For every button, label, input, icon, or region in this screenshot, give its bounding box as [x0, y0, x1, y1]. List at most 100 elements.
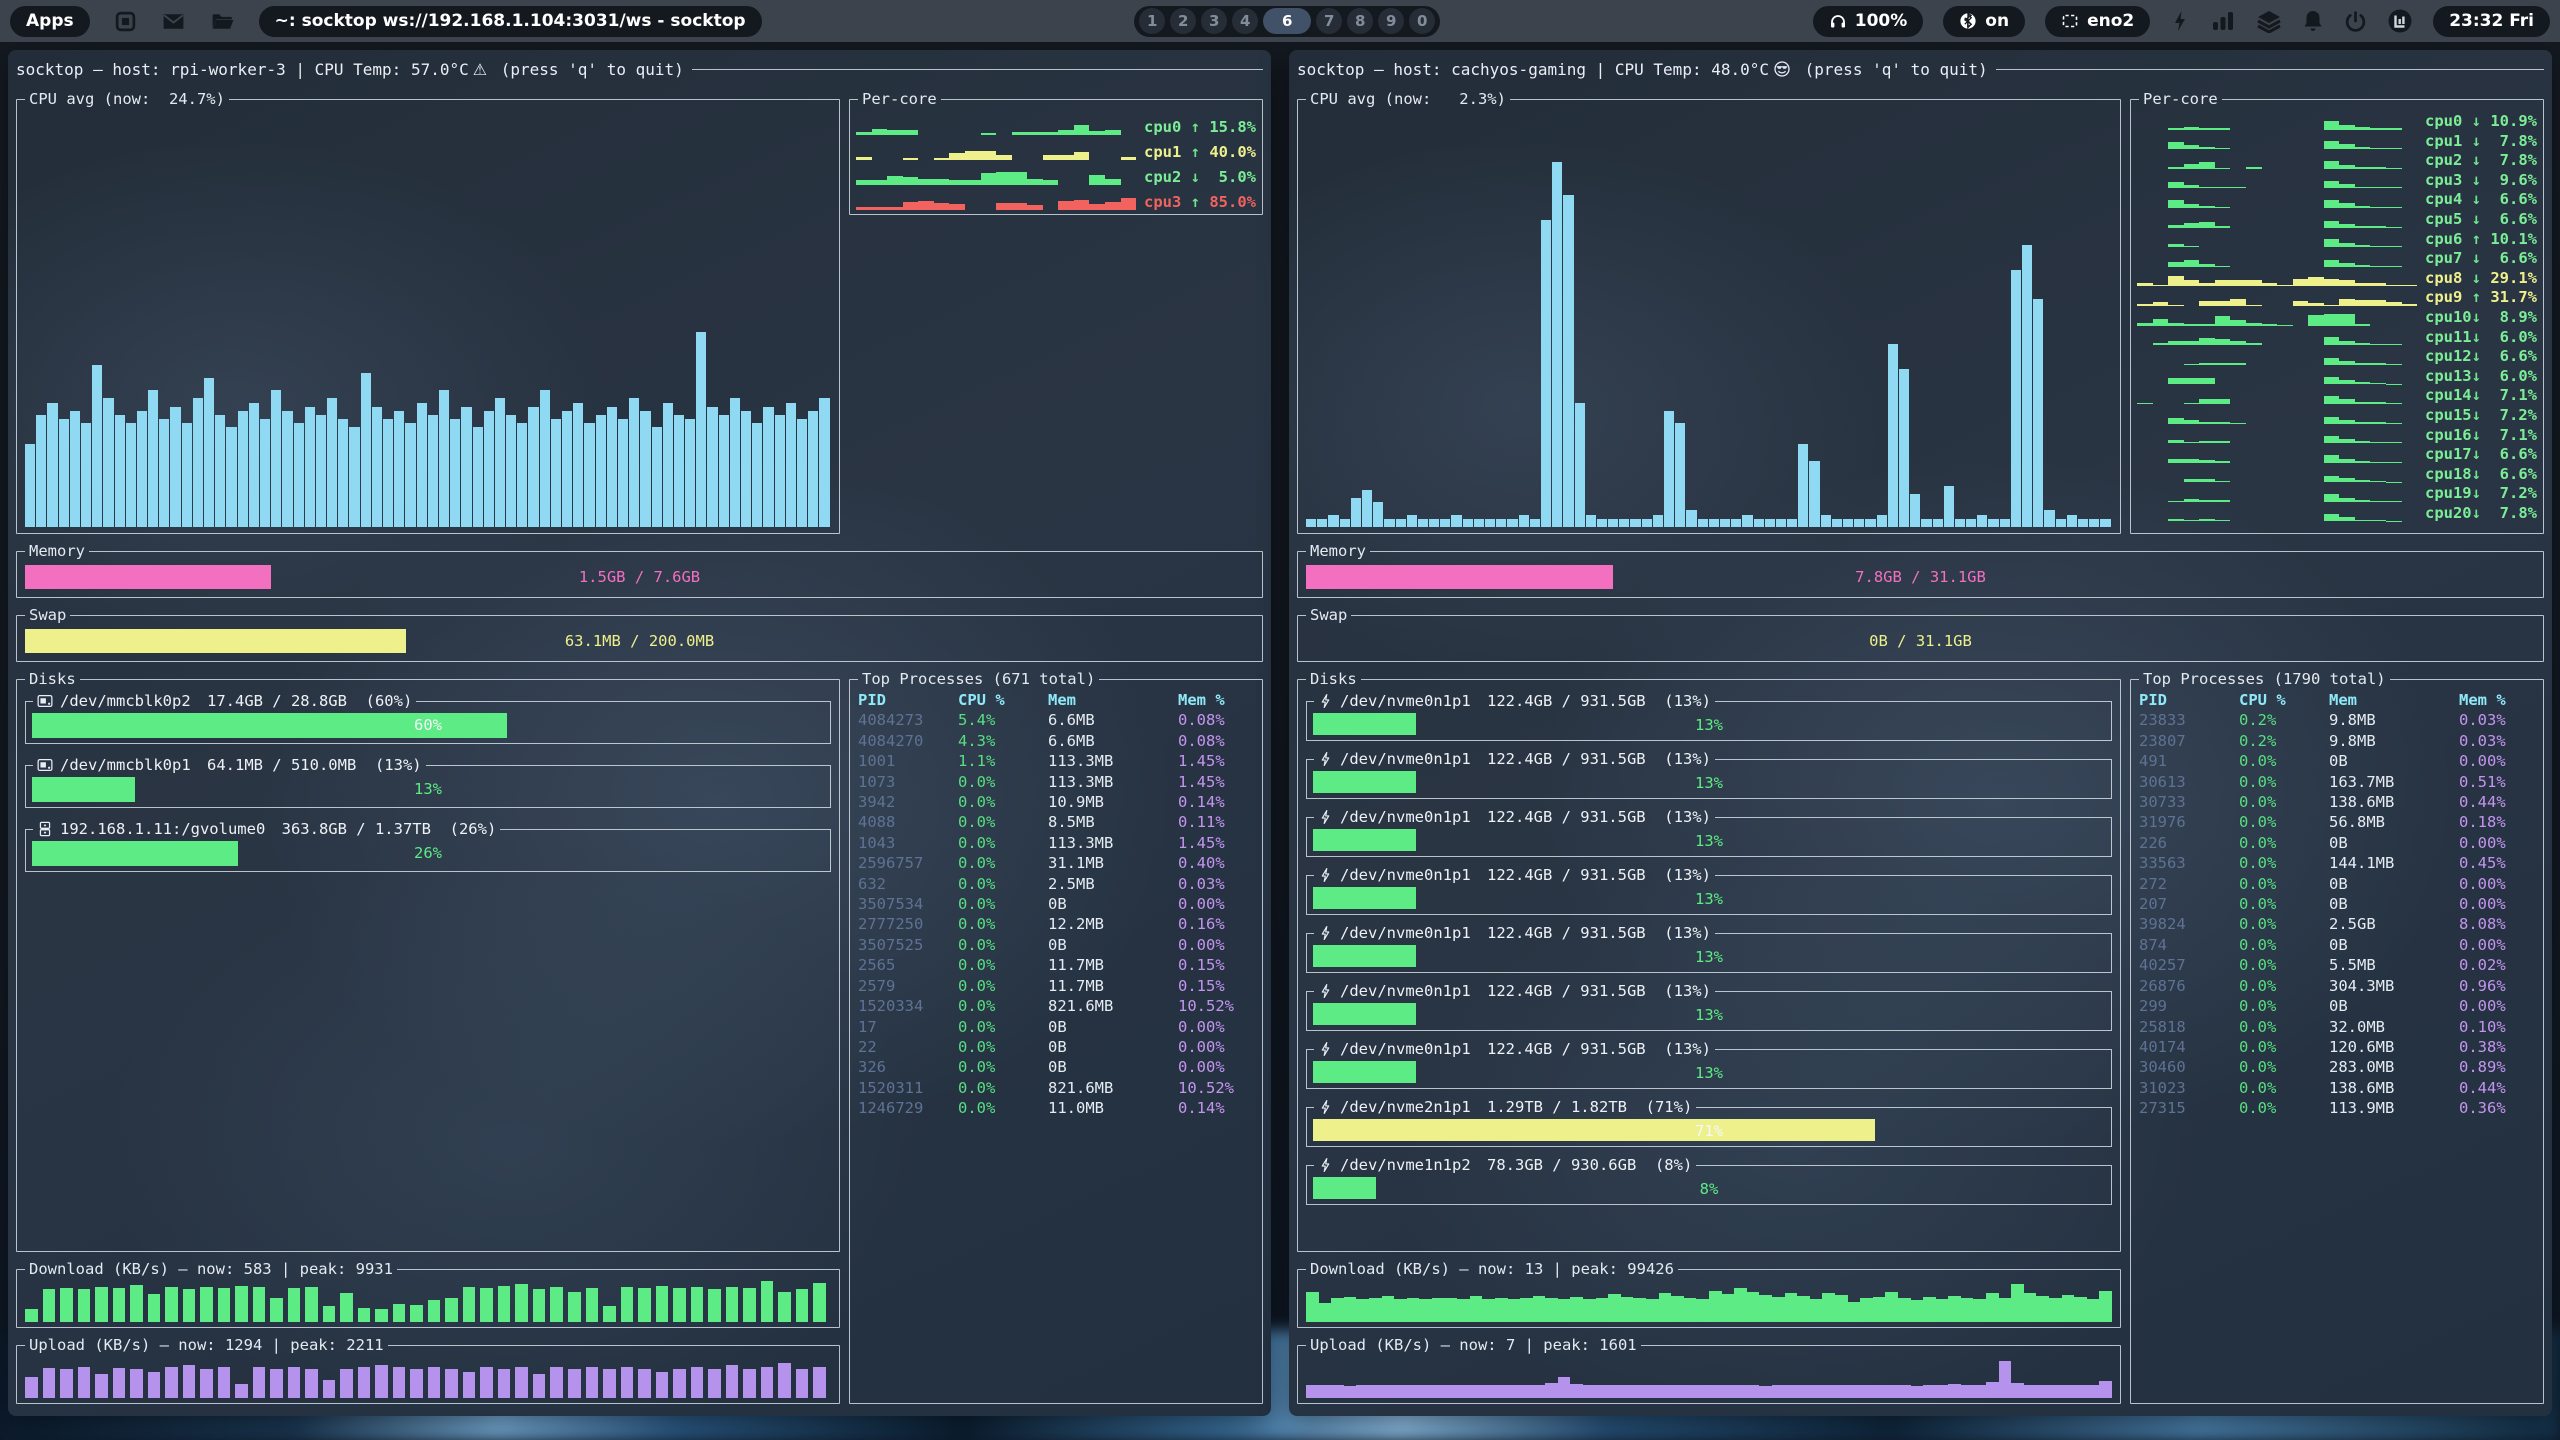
workspace-button-9[interactable]: 9 — [1378, 8, 1404, 34]
process-column-header: CPU % — [2239, 690, 2329, 710]
spark-bar — [2215, 481, 2231, 483]
workspace-button-0[interactable]: 0 — [1409, 8, 1435, 34]
core-percent: 7.8% — [2481, 504, 2537, 522]
spark-bar — [2246, 167, 2262, 169]
bar — [1977, 515, 1987, 527]
spark-bar — [2168, 440, 2184, 443]
arrow-up-icon: ↑ — [2472, 230, 2481, 248]
spark-bar — [2184, 185, 2200, 188]
workspace-button-1[interactable]: 1 — [1139, 8, 1165, 34]
spark-bar — [2168, 142, 2184, 149]
bar — [743, 1288, 756, 1322]
core-percent: 6.6% — [2481, 347, 2537, 365]
disk-icon — [37, 757, 53, 773]
disk-usage-text: 122.4GB / 931.5GB (13%) — [1478, 866, 1711, 884]
bar — [428, 415, 438, 527]
disk-usage-text: 363.8GB / 1.37TB (26%) — [272, 820, 496, 838]
workspace-button-7[interactable]: 7 — [1316, 8, 1342, 34]
spark-bar — [2355, 500, 2371, 502]
process-cpu-percent: 1.1% — [958, 751, 1048, 771]
bar — [1653, 515, 1663, 527]
bar — [1451, 515, 1461, 527]
spark-bar — [2199, 147, 2215, 149]
process-cpu-percent: 0.0% — [958, 853, 1048, 873]
bar — [2049, 1385, 2062, 1398]
disk-item: 192.168.1.11:/gvolume0 363.8GB / 1.37TB … — [25, 820, 831, 872]
process-mem: 304.3MB — [2329, 976, 2459, 996]
bell-icon[interactable] — [2302, 9, 2324, 33]
bar — [218, 1288, 231, 1322]
bar — [215, 415, 225, 527]
bar — [1394, 1299, 1407, 1322]
bar — [1734, 1385, 1747, 1398]
bar — [249, 403, 259, 528]
window-icon[interactable] — [114, 10, 137, 33]
bar — [113, 1288, 126, 1322]
arrow-down-icon: ↓ — [2472, 112, 2481, 130]
core-usage-sparkline — [2137, 173, 2417, 188]
core-label: cpu2 ↓ 5.0% — [1144, 170, 1256, 186]
power-icon[interactable] — [2344, 10, 2367, 33]
disk-item-header: /dev/nvme0n1p1 122.4GB / 931.5GB (13%) — [1314, 750, 1715, 768]
bar — [1382, 1385, 1395, 1398]
terminal-window-rpi-worker-3[interactable]: socktop — host: rpi-worker-3 | CPU Temp:… — [8, 50, 1271, 1416]
spark-bar — [2184, 246, 2200, 247]
process-pid: 2596757 — [858, 853, 958, 873]
workspace-button-6[interactable]: 6 — [1263, 8, 1311, 34]
workspace-button-4[interactable]: 4 — [1232, 8, 1258, 34]
spark-bar — [872, 180, 888, 185]
bluetooth-indicator[interactable]: on — [1943, 6, 2025, 37]
terminal-window-cachyos-gaming[interactable]: socktop — host: cachyos-gaming | CPU Tem… — [1289, 50, 2552, 1416]
core-name: cpu17 — [2425, 445, 2472, 463]
power-profile-icon[interactable] — [2170, 9, 2190, 33]
bar — [1948, 1296, 1961, 1322]
spark-bar — [2370, 422, 2386, 423]
bottom-row: Disks/dev/nvme0n1p1 122.4GB / 931.5GB (1… — [1297, 670, 2544, 1404]
core-usage-sparkline — [2137, 330, 2417, 345]
bar — [323, 1306, 336, 1322]
bar — [1809, 461, 1819, 527]
core-name: cpu20 — [2425, 504, 2472, 522]
bluetooth-icon — [1959, 12, 1977, 30]
bar — [1482, 1385, 1495, 1398]
process-mem-percent: 0.03% — [2459, 731, 2535, 751]
spark-bar — [2324, 260, 2340, 267]
disk-item: /dev/nvme1n1p2 78.3GB / 930.6GB (8%)8% — [1306, 1156, 2112, 1205]
process-mem: 11.0MB — [1048, 1098, 1178, 1118]
process-pid: 2565 — [858, 955, 958, 975]
process-mem: 0B — [1048, 894, 1178, 914]
process-mem: 113.3MB — [1048, 772, 1178, 792]
spark-bar — [2168, 128, 2184, 130]
apps-button[interactable]: Apps — [10, 6, 90, 37]
active-window-title[interactable]: ~: socktop ws://192.168.1.104:3031/ws - … — [259, 6, 762, 37]
clock[interactable]: 23:32 Fri — [2433, 6, 2550, 37]
workspace-button-2[interactable]: 2 — [1170, 8, 1196, 34]
spark-bar — [949, 204, 965, 210]
spark-bar — [856, 207, 872, 210]
core-row: cpu20↓ 7.8% — [2137, 502, 2537, 522]
memory-usage-text: 1.5GB / 7.6GB — [25, 565, 1254, 589]
disk-name: /dev/nvme0n1p1 — [1340, 1040, 1471, 1058]
spark-bar — [2370, 442, 2386, 443]
network-indicator[interactable]: eno2 — [2045, 6, 2150, 37]
memory-usage-text: 7.8GB / 31.1GB — [1306, 565, 2535, 589]
bar — [137, 411, 147, 527]
folder-icon[interactable] — [210, 9, 235, 34]
process-pid: 226 — [2139, 833, 2239, 853]
process-cpu-percent: 0.2% — [2239, 710, 2329, 730]
bar — [2033, 299, 2043, 527]
bar — [621, 1287, 634, 1322]
process-cpu-percent: 0.0% — [958, 976, 1048, 996]
layers-icon[interactable] — [2256, 9, 2282, 33]
mail-icon[interactable] — [161, 9, 186, 34]
workspace-button-3[interactable]: 3 — [1201, 8, 1227, 34]
spark-bar — [2324, 358, 2340, 365]
signal-bars-icon[interactable] — [2210, 9, 2236, 33]
bar — [200, 1287, 213, 1322]
workspace-button-8[interactable]: 8 — [1347, 8, 1373, 34]
process-cpu-percent: 0.0% — [2239, 772, 2329, 792]
volume-indicator[interactable]: 100% — [1813, 6, 1924, 37]
app-indicator-icon[interactable] — [2387, 8, 2413, 34]
core-label: cpu0 ↑ 15.8% — [1144, 120, 1256, 136]
disk-usage-bar: 26% — [32, 841, 824, 866]
